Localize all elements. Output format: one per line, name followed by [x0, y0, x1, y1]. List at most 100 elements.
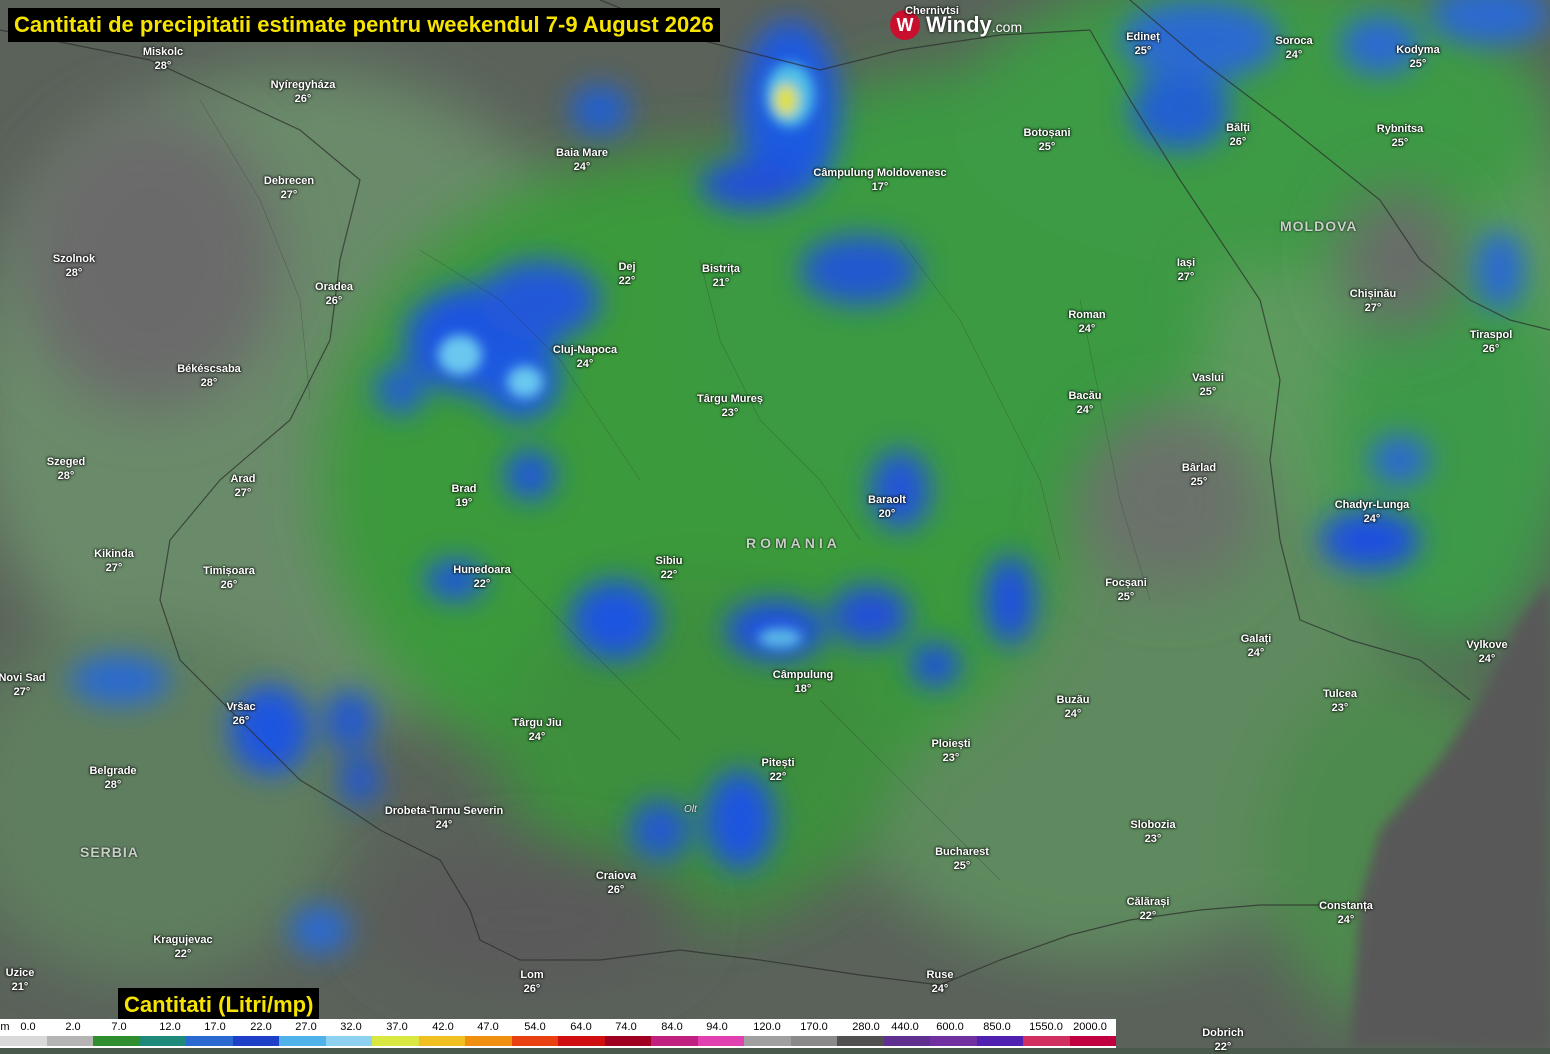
- city-label[interactable]: Nyíregyháza 26°: [271, 78, 336, 106]
- legend-swatch: [558, 1036, 605, 1046]
- city-name: Bălți: [1226, 122, 1250, 134]
- legend-value: 120.0: [753, 1021, 781, 1033]
- city-label[interactable]: Tiraspol 26°: [1470, 328, 1513, 356]
- city-temperature: 24°: [528, 731, 546, 743]
- city-label[interactable]: Vaslui 25°: [1192, 371, 1224, 399]
- city-name: Baia Mare: [556, 147, 608, 159]
- city-name: Uzice: [5, 967, 35, 979]
- legend-value: 74.0: [615, 1021, 637, 1033]
- city-label[interactable]: Slobozia 23°: [1130, 818, 1175, 846]
- city-temperature: 23°: [942, 752, 960, 764]
- city-label[interactable]: Bălți 26°: [1226, 121, 1250, 149]
- city-temperature: 24°: [1363, 513, 1381, 525]
- city-label[interactable]: Rybnitsa 25°: [1377, 122, 1423, 150]
- city-label[interactable]: Bacău 24°: [1068, 389, 1101, 417]
- city-label[interactable]: Craiova 26°: [596, 869, 636, 897]
- city-name: Edineț: [1126, 31, 1160, 43]
- city-name: Lom: [520, 969, 544, 981]
- city-temperature: 20°: [878, 508, 896, 520]
- legend-value: 850.0: [983, 1021, 1011, 1033]
- legend-value: 94.0: [706, 1021, 728, 1033]
- city-temperature: 24°: [1247, 647, 1265, 659]
- city-name: Vylkove: [1466, 639, 1508, 651]
- city-label[interactable]: Târgu Jiu 24°: [512, 716, 562, 744]
- city-label[interactable]: Szeged 28°: [47, 455, 86, 483]
- city-label[interactable]: Baia Mare 24°: [556, 146, 608, 174]
- city-name: Bacău: [1068, 390, 1102, 402]
- city-name: Ploiești: [931, 738, 971, 750]
- city-name: Iași: [1176, 257, 1196, 269]
- legend-value: 12.0: [159, 1021, 181, 1033]
- city-name: Dej: [618, 261, 636, 273]
- legend-value: 280.0: [852, 1021, 880, 1033]
- city-label[interactable]: Timișoara 26°: [203, 564, 255, 592]
- city-label[interactable]: Câmpulung 18°: [773, 668, 834, 696]
- city-label[interactable]: Lom 26°: [520, 968, 543, 996]
- city-label[interactable]: Călărași 22°: [1127, 895, 1170, 923]
- city-name: Botoșani: [1023, 127, 1071, 139]
- city-label[interactable]: Belgrade 28°: [89, 764, 136, 792]
- city-label[interactable]: Vylkove 24°: [1466, 638, 1507, 666]
- city-name: Hunedoara: [453, 564, 511, 576]
- city-label[interactable]: Miskolc 28°: [143, 45, 183, 73]
- city-label[interactable]: Bârlad 25°: [1182, 461, 1216, 489]
- city-label[interactable]: Buzău 24°: [1057, 693, 1090, 721]
- city-label[interactable]: Constanța 24°: [1319, 899, 1373, 927]
- city-label[interactable]: Galați 24°: [1241, 632, 1272, 660]
- city-label[interactable]: Chișinău 27°: [1350, 287, 1396, 315]
- legend-swatch: [651, 1036, 698, 1046]
- city-temperature: 28°: [57, 470, 75, 482]
- city-label[interactable]: Drobeta-Turnu Severin 24°: [385, 804, 503, 832]
- city-label[interactable]: Hunedoara 22°: [453, 563, 510, 591]
- city-name: Brad: [451, 483, 477, 495]
- city-label[interactable]: Bistrița 21°: [702, 262, 740, 290]
- city-temperature: 25°: [1199, 386, 1217, 398]
- city-temperature: 26°: [1482, 343, 1500, 355]
- legend-color-bar: [0, 1036, 1116, 1046]
- city-label[interactable]: Câmpulung Moldovenesc 17°: [813, 166, 946, 194]
- city-label[interactable]: Kikinda 27°: [94, 547, 134, 575]
- city-label[interactable]: Chernivtsi: [905, 4, 959, 18]
- legend-value: 22.0: [250, 1021, 272, 1033]
- city-label[interactable]: Brad 19°: [451, 482, 476, 510]
- city-label[interactable]: Chadyr-Lunga 24°: [1335, 498, 1410, 526]
- city-label[interactable]: Bucharest 25°: [935, 845, 989, 873]
- city-label[interactable]: Roman 24°: [1068, 308, 1105, 336]
- city-label[interactable]: Pitești 22°: [761, 756, 794, 784]
- city-label[interactable]: Ruse 24°: [927, 968, 954, 996]
- city-label[interactable]: Debrecen 27°: [264, 174, 314, 202]
- city-label[interactable]: Tulcea 23°: [1323, 687, 1357, 715]
- city-label[interactable]: Botoșani 25°: [1023, 126, 1070, 154]
- city-label[interactable]: Târgu Mureș 23°: [697, 392, 763, 420]
- city-label[interactable]: Sibiu 22°: [656, 554, 683, 582]
- city-label[interactable]: Edineț 25°: [1126, 30, 1160, 58]
- city-label[interactable]: Oradea 26°: [315, 280, 353, 308]
- city-label[interactable]: Szolnok 28°: [53, 252, 95, 280]
- city-label[interactable]: Kodyma 25°: [1396, 43, 1439, 71]
- city-name: Buzău: [1056, 694, 1090, 706]
- legend-title: Cantitati (Litri/mp): [118, 988, 320, 1022]
- city-label[interactable]: Iași 27°: [1177, 256, 1195, 284]
- city-label[interactable]: Vršac 26°: [226, 700, 255, 728]
- city-name: Drobeta-Turnu Severin: [384, 805, 504, 817]
- city-label[interactable]: Ploiești 23°: [931, 737, 970, 765]
- city-label[interactable]: Dej 22°: [618, 260, 635, 288]
- city-label[interactable]: Focșani 25°: [1105, 576, 1147, 604]
- city-name: Pitești: [761, 757, 795, 769]
- city-label[interactable]: Kragujevac 22°: [153, 933, 212, 961]
- city-name: Galați: [1240, 633, 1272, 645]
- legend-swatch: [790, 1036, 837, 1046]
- city-name: Debrecen: [263, 175, 315, 187]
- city-name: Târgu Mureș: [696, 393, 764, 405]
- city-label[interactable]: Novi Sad 27°: [0, 671, 46, 699]
- city-label[interactable]: Békéscsaba 28°: [177, 362, 241, 390]
- city-label[interactable]: Baraolt 20°: [868, 493, 906, 521]
- city-label[interactable]: Uzice 21°: [6, 966, 35, 994]
- city-temperature: 22°: [618, 275, 636, 287]
- city-label[interactable]: Soroca 24°: [1275, 34, 1312, 62]
- legend-swatch: [1069, 1036, 1116, 1046]
- city-temperature: 25°: [1190, 476, 1208, 488]
- city-label[interactable]: Arad 27°: [230, 472, 255, 500]
- city-label[interactable]: Cluj-Napoca 24°: [553, 343, 617, 371]
- city-label[interactable]: Dobrich 22°: [1202, 1026, 1244, 1054]
